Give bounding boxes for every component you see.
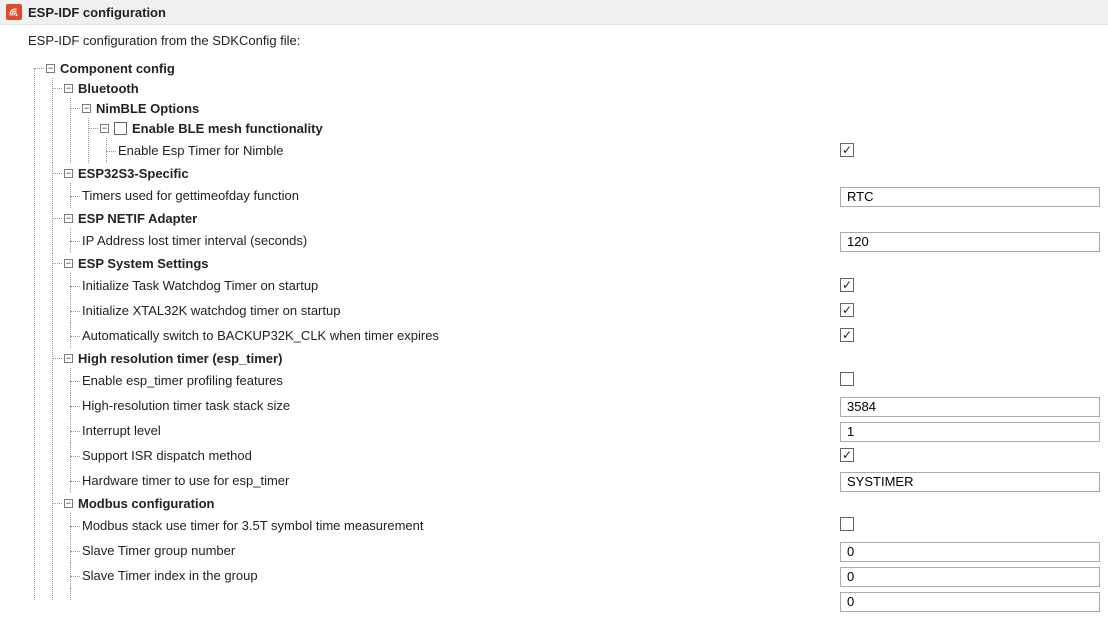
label-slave-timer-index[interactable]: Slave Timer index in the group	[82, 568, 258, 583]
toggle-ble-mesh[interactable]	[100, 124, 109, 133]
label-stack-size[interactable]: High-resolution timer task stack size	[82, 398, 290, 413]
label-nimble[interactable]: NimBLE Options	[96, 101, 199, 116]
input-slave-timer-index[interactable]	[840, 567, 1100, 587]
checkbox-isr-dispatch[interactable]	[840, 448, 854, 462]
checkbox-init-xtal32k[interactable]	[840, 303, 854, 317]
node-use-timer-35t: Modbus stack use timer for 3.5T symbol t…	[64, 513, 1108, 538]
config-tree: Component config Bluetooth NimBLE Option…	[0, 58, 1108, 600]
input-ip-lost-timer[interactable]	[840, 232, 1100, 252]
input-stack-size[interactable]	[840, 397, 1100, 417]
node-init-xtal32k: Initialize XTAL32K watchdog timer on sta…	[64, 298, 1108, 323]
checkbox-esp-timer-nimble[interactable]	[840, 143, 854, 157]
toggle-bluetooth[interactable]	[64, 84, 73, 93]
label-esp32s3[interactable]: ESP32S3-Specific	[78, 166, 189, 181]
toggle-modbus[interactable]	[64, 499, 73, 508]
label-int-level[interactable]: Interrupt level	[82, 423, 161, 438]
label-ip-lost-timer[interactable]: IP Address lost timer interval (seconds)	[82, 233, 307, 248]
label-init-twdt[interactable]: Initialize Task Watchdog Timer on startu…	[82, 278, 318, 293]
node-isr-dispatch: Support ISR dispatch method	[64, 443, 1108, 468]
label-timers-gettimeofday[interactable]: Timers used for gettimeofday function	[82, 188, 299, 203]
label-bluetooth[interactable]: Bluetooth	[78, 81, 139, 96]
node-nimble-options: NimBLE Options Enable BLE mesh functiona…	[64, 98, 1108, 163]
label-esp-timer-nimble[interactable]: Enable Esp Timer for Nimble	[118, 143, 283, 158]
select-timers-gettimeofday[interactable]	[840, 187, 1100, 207]
label-component-config[interactable]: Component config	[60, 61, 175, 76]
label-hires-timer[interactable]: High resolution timer (esp_timer)	[78, 351, 282, 366]
node-esp-timer-nimble: Enable Esp Timer for Nimble	[100, 138, 1108, 163]
label-hw-timer[interactable]: Hardware timer to use for esp_timer	[82, 473, 289, 488]
input-slave-timer-group[interactable]	[840, 542, 1100, 562]
toggle-nimble[interactable]	[82, 104, 91, 113]
node-ble-mesh: Enable BLE mesh functionality Enable Esp…	[82, 118, 1108, 163]
toggle-esp-netif[interactable]	[64, 214, 73, 223]
label-ble-mesh[interactable]: Enable BLE mesh functionality	[132, 121, 323, 136]
label-use-timer-35t[interactable]: Modbus stack use timer for 3.5T symbol t…	[82, 518, 424, 533]
label-modbus[interactable]: Modbus configuration	[78, 496, 214, 511]
label-profiling[interactable]: Enable esp_timer profiling features	[82, 373, 283, 388]
label-isr-dispatch[interactable]: Support ISR dispatch method	[82, 448, 252, 463]
section-header: ESP-IDF configuration	[0, 0, 1108, 25]
node-auto-backup32k: Automatically switch to BACKUP32K_CLK wh…	[64, 323, 1108, 348]
input-int-level[interactable]	[840, 422, 1100, 442]
select-hw-timer[interactable]	[840, 472, 1100, 492]
checkbox-profiling[interactable]	[840, 372, 854, 386]
node-bluetooth: Bluetooth NimBLE Options	[46, 78, 1108, 163]
node-init-twdt: Initialize Task Watchdog Timer on startu…	[64, 273, 1108, 298]
checkbox-ble-mesh-inline[interactable]	[114, 122, 127, 135]
section-subtitle: ESP-IDF configuration from the SDKConfig…	[0, 25, 1108, 58]
input-cutoff[interactable]	[840, 592, 1100, 612]
node-profiling: Enable esp_timer profiling features	[64, 368, 1108, 393]
esp-idf-icon	[6, 4, 22, 20]
label-esp-netif[interactable]: ESP NETIF Adapter	[78, 211, 197, 226]
label-init-xtal32k[interactable]: Initialize XTAL32K watchdog timer on sta…	[82, 303, 340, 318]
checkbox-auto-backup32k[interactable]	[840, 328, 854, 342]
section-title: ESP-IDF configuration	[28, 5, 166, 20]
toggle-component-config[interactable]	[46, 64, 55, 73]
toggle-esp-system[interactable]	[64, 259, 73, 268]
label-auto-backup32k[interactable]: Automatically switch to BACKUP32K_CLK wh…	[82, 328, 439, 343]
label-esp-system[interactable]: ESP System Settings	[78, 256, 209, 271]
node-component-config: Component config Bluetooth NimBLE Option…	[28, 58, 1108, 600]
label-slave-timer-group[interactable]: Slave Timer group number	[82, 543, 235, 558]
checkbox-use-timer-35t[interactable]	[840, 517, 854, 531]
toggle-esp32s3[interactable]	[64, 169, 73, 178]
checkbox-init-twdt[interactable]	[840, 278, 854, 292]
node-esp-system: ESP System Settings Initialize Task Watc…	[46, 253, 1108, 348]
toggle-hires-timer[interactable]	[64, 354, 73, 363]
